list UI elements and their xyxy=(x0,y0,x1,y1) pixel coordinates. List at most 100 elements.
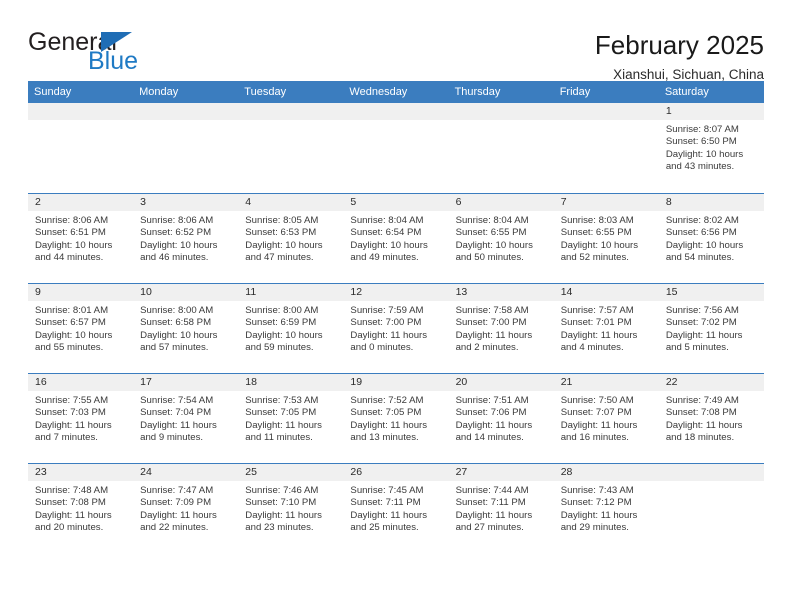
day-cell xyxy=(448,103,554,193)
sunset-text: Sunset: 6:50 PM xyxy=(665,136,737,148)
daylight-text-line1: Daylight: 11 hours xyxy=(35,509,112,521)
weekday-header-saturday: Saturday xyxy=(664,86,709,98)
day-cell[interactable]: 7 Sunrise: 8:03 AM Sunset: 6:55 PM Dayli… xyxy=(553,194,659,283)
daylight-text-line1: Daylight: 10 hours xyxy=(35,239,113,251)
sunrise-text: Sunrise: 8:00 AM xyxy=(245,305,319,316)
day-cell[interactable]: 20 Sunrise: 7:51 AM Sunset: 7:06 PM Dayl… xyxy=(448,374,554,463)
day-number: 27 xyxy=(448,464,554,481)
day-cell[interactable]: 4 Sunrise: 8:05 AM Sunset: 6:53 PM Dayli… xyxy=(238,194,344,283)
day-cell[interactable]: 17 Sunrise: 7:54 AM Sunset: 7:04 PM Dayl… xyxy=(133,374,239,463)
day-number: 16 xyxy=(28,374,134,391)
day-cell[interactable]: 10 Sunrise: 8:00 AM Sunset: 6:58 PM Dayl… xyxy=(133,284,239,373)
day-number: 13 xyxy=(448,284,554,301)
daylight-text-line2: and 22 minutes. xyxy=(140,522,209,534)
day-cell[interactable]: 22 Sunrise: 7:49 AM Sunset: 7:08 PM Dayl… xyxy=(658,374,764,463)
day-number xyxy=(238,103,344,120)
sunset-text: Sunset: 6:59 PM xyxy=(245,317,317,329)
day-number: 2 xyxy=(28,194,134,211)
day-details: Sunrise: 7:57 AM Sunset: 7:01 PM Dayligh… xyxy=(554,301,659,355)
day-cell[interactable]: 25 Sunrise: 7:46 AM Sunset: 7:10 PM Dayl… xyxy=(238,464,344,553)
day-details: Sunrise: 7:49 AM Sunset: 7:08 PM Dayligh… xyxy=(659,391,764,445)
sunrise-text: Sunrise: 8:07 AM xyxy=(665,124,739,135)
day-cell[interactable]: 1 Sunrise: 8:07 AM Sunset: 6:50 PM Dayli… xyxy=(658,103,764,193)
daylight-text-line1: Daylight: 11 hours xyxy=(455,509,533,521)
day-cell[interactable]: 11 Sunrise: 8:00 AM Sunset: 6:59 PM Dayl… xyxy=(238,284,344,373)
calendar-page: General Blue February 2025 Xianshui, Sic… xyxy=(0,0,792,612)
day-cell[interactable]: 13 Sunrise: 7:58 AM Sunset: 7:00 PM Dayl… xyxy=(448,284,554,373)
sunset-text: Sunset: 7:12 PM xyxy=(560,497,632,509)
day-details: Sunrise: 8:04 AM Sunset: 6:54 PM Dayligh… xyxy=(343,211,448,265)
sunrise-text: Sunrise: 8:01 AM xyxy=(35,305,109,316)
day-cell[interactable]: 18 Sunrise: 7:53 AM Sunset: 7:05 PM Dayl… xyxy=(238,374,344,463)
sunrise-text: Sunrise: 8:04 AM xyxy=(350,215,424,226)
day-number: 8 xyxy=(658,194,764,211)
daylight-text-line1: Daylight: 11 hours xyxy=(35,419,112,431)
sunrise-text: Sunrise: 7:55 AM xyxy=(35,395,109,406)
day-details xyxy=(343,120,448,124)
day-cell[interactable]: 8 Sunrise: 8:02 AM Sunset: 6:56 PM Dayli… xyxy=(658,194,764,283)
day-cell[interactable]: 21 Sunrise: 7:50 AM Sunset: 7:07 PM Dayl… xyxy=(553,374,659,463)
weekday-header-sunday: Sunday xyxy=(34,86,72,98)
sunrise-text: Sunrise: 7:54 AM xyxy=(140,395,214,406)
sunrise-text: Sunrise: 8:04 AM xyxy=(455,215,529,226)
day-cell[interactable]: 27 Sunrise: 7:44 AM Sunset: 7:11 PM Dayl… xyxy=(448,464,554,553)
day-details xyxy=(133,120,238,124)
day-cell xyxy=(238,103,344,193)
daylight-text-line2: and 59 minutes. xyxy=(245,342,314,354)
sunrise-text: Sunrise: 8:06 AM xyxy=(35,215,109,226)
day-number: 17 xyxy=(133,374,239,391)
sunrise-text: Sunrise: 7:58 AM xyxy=(455,305,529,316)
sunset-text: Sunset: 6:55 PM xyxy=(560,227,632,239)
daylight-text-line2: and 13 minutes. xyxy=(350,432,419,444)
daylight-text-line2: and 43 minutes. xyxy=(665,161,735,173)
daylight-text-line1: Daylight: 11 hours xyxy=(140,419,217,431)
sunset-text: Sunset: 6:58 PM xyxy=(140,317,212,329)
day-details xyxy=(449,120,554,124)
title-block: February 2025 Xianshui, Sichuan, China xyxy=(595,30,764,82)
general-blue-logo[interactable]: General Blue xyxy=(28,30,208,82)
day-cell[interactable]: 14 Sunrise: 7:57 AM Sunset: 7:01 PM Dayl… xyxy=(553,284,659,373)
sunrise-text: Sunrise: 7:51 AM xyxy=(455,395,529,406)
sunrise-text: Sunrise: 7:52 AM xyxy=(350,395,424,406)
day-cell[interactable]: 2 Sunrise: 8:06 AM Sunset: 6:51 PM Dayli… xyxy=(28,194,134,283)
day-number: 3 xyxy=(133,194,239,211)
day-cell[interactable]: 9 Sunrise: 8:01 AM Sunset: 6:57 PM Dayli… xyxy=(28,284,134,373)
day-details: Sunrise: 7:51 AM Sunset: 7:06 PM Dayligh… xyxy=(449,391,554,445)
sunset-text: Sunset: 7:00 PM xyxy=(455,317,527,329)
day-number: 10 xyxy=(133,284,239,301)
day-number: 19 xyxy=(343,374,449,391)
day-details: Sunrise: 7:43 AM Sunset: 7:12 PM Dayligh… xyxy=(554,481,659,535)
day-cell[interactable]: 12 Sunrise: 7:59 AM Sunset: 7:00 PM Dayl… xyxy=(343,284,449,373)
day-number: 4 xyxy=(238,194,344,211)
day-cell[interactable]: 23 Sunrise: 7:48 AM Sunset: 7:08 PM Dayl… xyxy=(28,464,134,553)
sunset-text: Sunset: 7:11 PM xyxy=(455,497,526,509)
day-cell xyxy=(658,464,764,553)
sunset-text: Sunset: 7:00 PM xyxy=(350,317,422,329)
sunset-text: Sunset: 7:08 PM xyxy=(35,497,106,509)
daylight-text-line1: Daylight: 10 hours xyxy=(35,329,113,341)
sunrise-text: Sunrise: 7:43 AM xyxy=(560,485,634,496)
daylight-text-line2: and 7 minutes. xyxy=(35,432,98,444)
daylight-text-line1: Daylight: 11 hours xyxy=(560,329,638,341)
day-cell[interactable]: 15 Sunrise: 7:56 AM Sunset: 7:02 PM Dayl… xyxy=(658,284,764,373)
sunrise-text: Sunrise: 7:56 AM xyxy=(665,305,739,316)
day-cell[interactable]: 5 Sunrise: 8:04 AM Sunset: 6:54 PM Dayli… xyxy=(343,194,449,283)
day-cell[interactable]: 19 Sunrise: 7:52 AM Sunset: 7:05 PM Dayl… xyxy=(343,374,449,463)
day-cell[interactable]: 3 Sunrise: 8:06 AM Sunset: 6:52 PM Dayli… xyxy=(133,194,239,283)
daylight-text-line1: Daylight: 11 hours xyxy=(245,419,322,431)
daylight-text-line1: Daylight: 11 hours xyxy=(455,329,533,341)
daylight-text-line2: and 29 minutes. xyxy=(560,522,629,534)
day-number: 25 xyxy=(238,464,344,481)
day-details: Sunrise: 7:52 AM Sunset: 7:05 PM Dayligh… xyxy=(343,391,448,445)
sunset-text: Sunset: 7:10 PM xyxy=(245,497,317,509)
day-cell[interactable]: 28 Sunrise: 7:43 AM Sunset: 7:12 PM Dayl… xyxy=(553,464,659,553)
sunset-text: Sunset: 6:51 PM xyxy=(35,227,106,239)
day-cell[interactable]: 16 Sunrise: 7:55 AM Sunset: 7:03 PM Dayl… xyxy=(28,374,134,463)
day-cell[interactable]: 26 Sunrise: 7:45 AM Sunset: 7:11 PM Dayl… xyxy=(343,464,449,553)
day-cell[interactable]: 6 Sunrise: 8:04 AM Sunset: 6:55 PM Dayli… xyxy=(448,194,554,283)
sunrise-text: Sunrise: 7:53 AM xyxy=(245,395,319,406)
day-details: Sunrise: 8:02 AM Sunset: 6:56 PM Dayligh… xyxy=(659,211,764,265)
calendar-grid: Sunday Monday Tuesday Wednesday Thursday… xyxy=(28,81,764,553)
day-cell[interactable]: 24 Sunrise: 7:47 AM Sunset: 7:09 PM Dayl… xyxy=(133,464,239,553)
day-details xyxy=(554,120,659,124)
